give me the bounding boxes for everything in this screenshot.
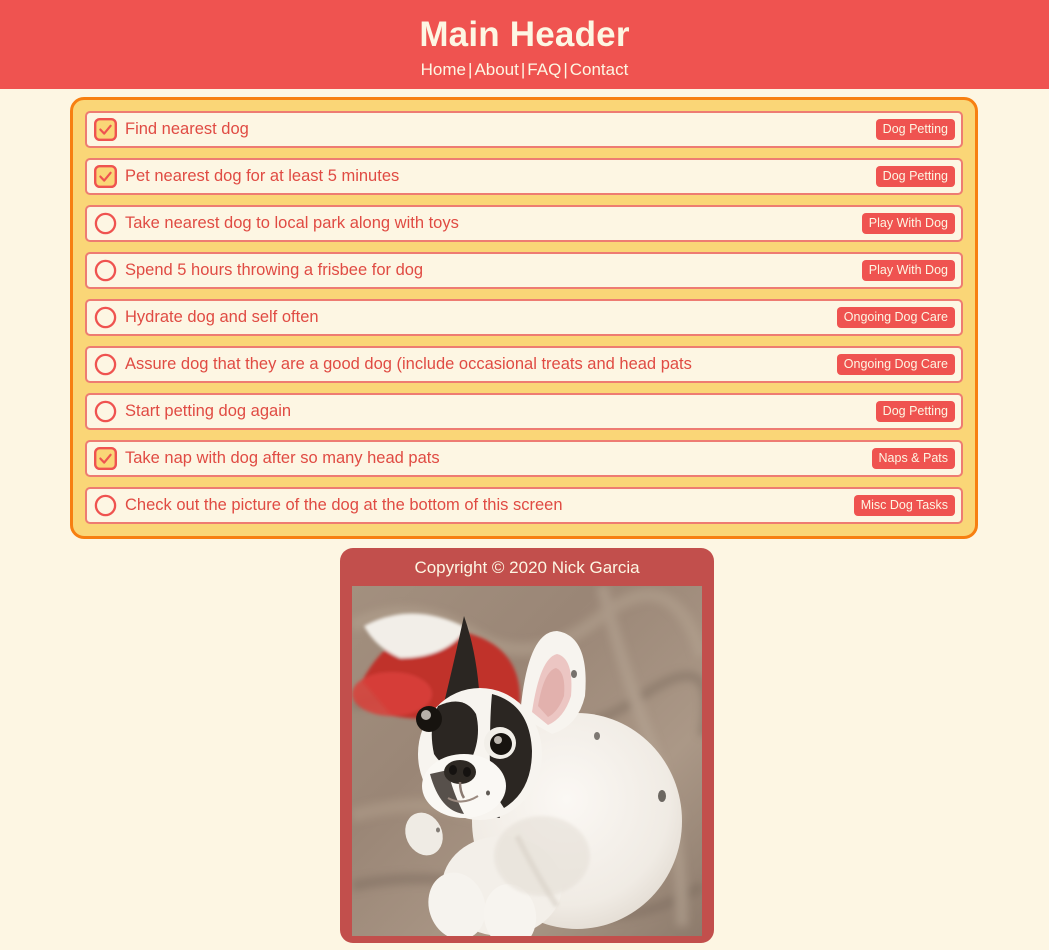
todo-item-category-badge[interactable]: Play With Dog [861,260,955,281]
todo-item-text: Hydrate dog and self often [125,308,319,326]
nav-link-contact[interactable]: Contact [570,60,629,79]
todo-item[interactable]: Take nearest dog to local park along wit… [85,205,963,242]
todo-item-text: Pet nearest dog for at least 5 minutes [125,167,400,185]
todo-item[interactable]: Check out the picture of the dog at the … [85,487,963,524]
todo-item-text: Check out the picture of the dog at the … [125,496,563,514]
todo-item[interactable]: Find nearest dog Dog Petting [85,111,963,148]
todo-item-category-badge[interactable]: Dog Petting [875,401,955,422]
nav-link-about[interactable]: About [474,60,518,79]
todo-item-category-badge[interactable]: Play With Dog [861,213,955,234]
site-footer: Copyright © 2020 Nick Garcia [340,548,714,943]
nav-link-home[interactable]: Home [421,60,466,79]
todo-item-category-badge[interactable]: Ongoing Dog Care [836,307,955,328]
todo-item[interactable]: Pet nearest dog for at least 5 minutes Do… [85,158,963,195]
todo-item-text: Start petting dog again [125,402,292,420]
todo-item-text: Take nap with dog after so many head pat… [125,449,440,467]
todo-item[interactable]: Spend 5 hours throwing a frisbee for dog… [85,252,963,289]
main-navigation: Home | About | FAQ | Contact [0,58,1049,82]
checkbox-unchecked-icon[interactable] [94,400,117,423]
nav-link-faq[interactable]: FAQ [527,60,561,79]
todo-item[interactable]: Assure dog that they are a good dog (inc… [85,346,963,383]
copyright-text: Copyright © 2020 Nick Garcia [414,558,640,577]
todo-item[interactable]: Take nap with dog after so many head pat… [85,440,963,477]
dog-photo [352,586,702,936]
site-header: Main Header Home | About | FAQ | Contact [0,0,1049,89]
todo-list-container: Find nearest dog Dog Petting Pet nearest d… [70,97,978,539]
checkbox-unchecked-icon[interactable] [94,212,117,235]
todo-item-category-badge[interactable]: Dog Petting [875,119,955,140]
nav-separator-3: | [563,60,568,79]
todo-item-text: Spend 5 hours throwing a frisbee for dog [125,261,424,279]
checkbox-unchecked-icon[interactable] [94,353,117,376]
todo-item-text: Find nearest dog [125,120,249,138]
checkbox-unchecked-icon[interactable] [94,494,117,517]
checkbox-unchecked-icon[interactable] [94,306,117,329]
checkbox-checked-icon[interactable] [94,118,117,141]
todo-item-category-badge[interactable]: Naps & Pats [871,448,955,469]
page-title: Main Header [419,15,630,54]
todo-item-category-badge[interactable]: Dog Petting [875,166,955,187]
todo-item-category-badge[interactable]: Ongoing Dog Care [836,354,955,375]
checkbox-unchecked-icon[interactable] [94,259,117,282]
checkbox-checked-icon[interactable] [94,165,117,188]
todo-item-text: Take nearest dog to local park along wit… [125,214,459,232]
checkbox-checked-icon[interactable] [94,447,117,470]
todo-item[interactable]: Start petting dog again Dog Petting [85,393,963,430]
todo-item-text: Assure dog that they are a good dog (inc… [125,355,692,373]
todo-item[interactable]: Hydrate dog and self often Ongoing Dog Ca… [85,299,963,336]
todo-item-category-badge[interactable]: Misc Dog Tasks [853,495,955,516]
